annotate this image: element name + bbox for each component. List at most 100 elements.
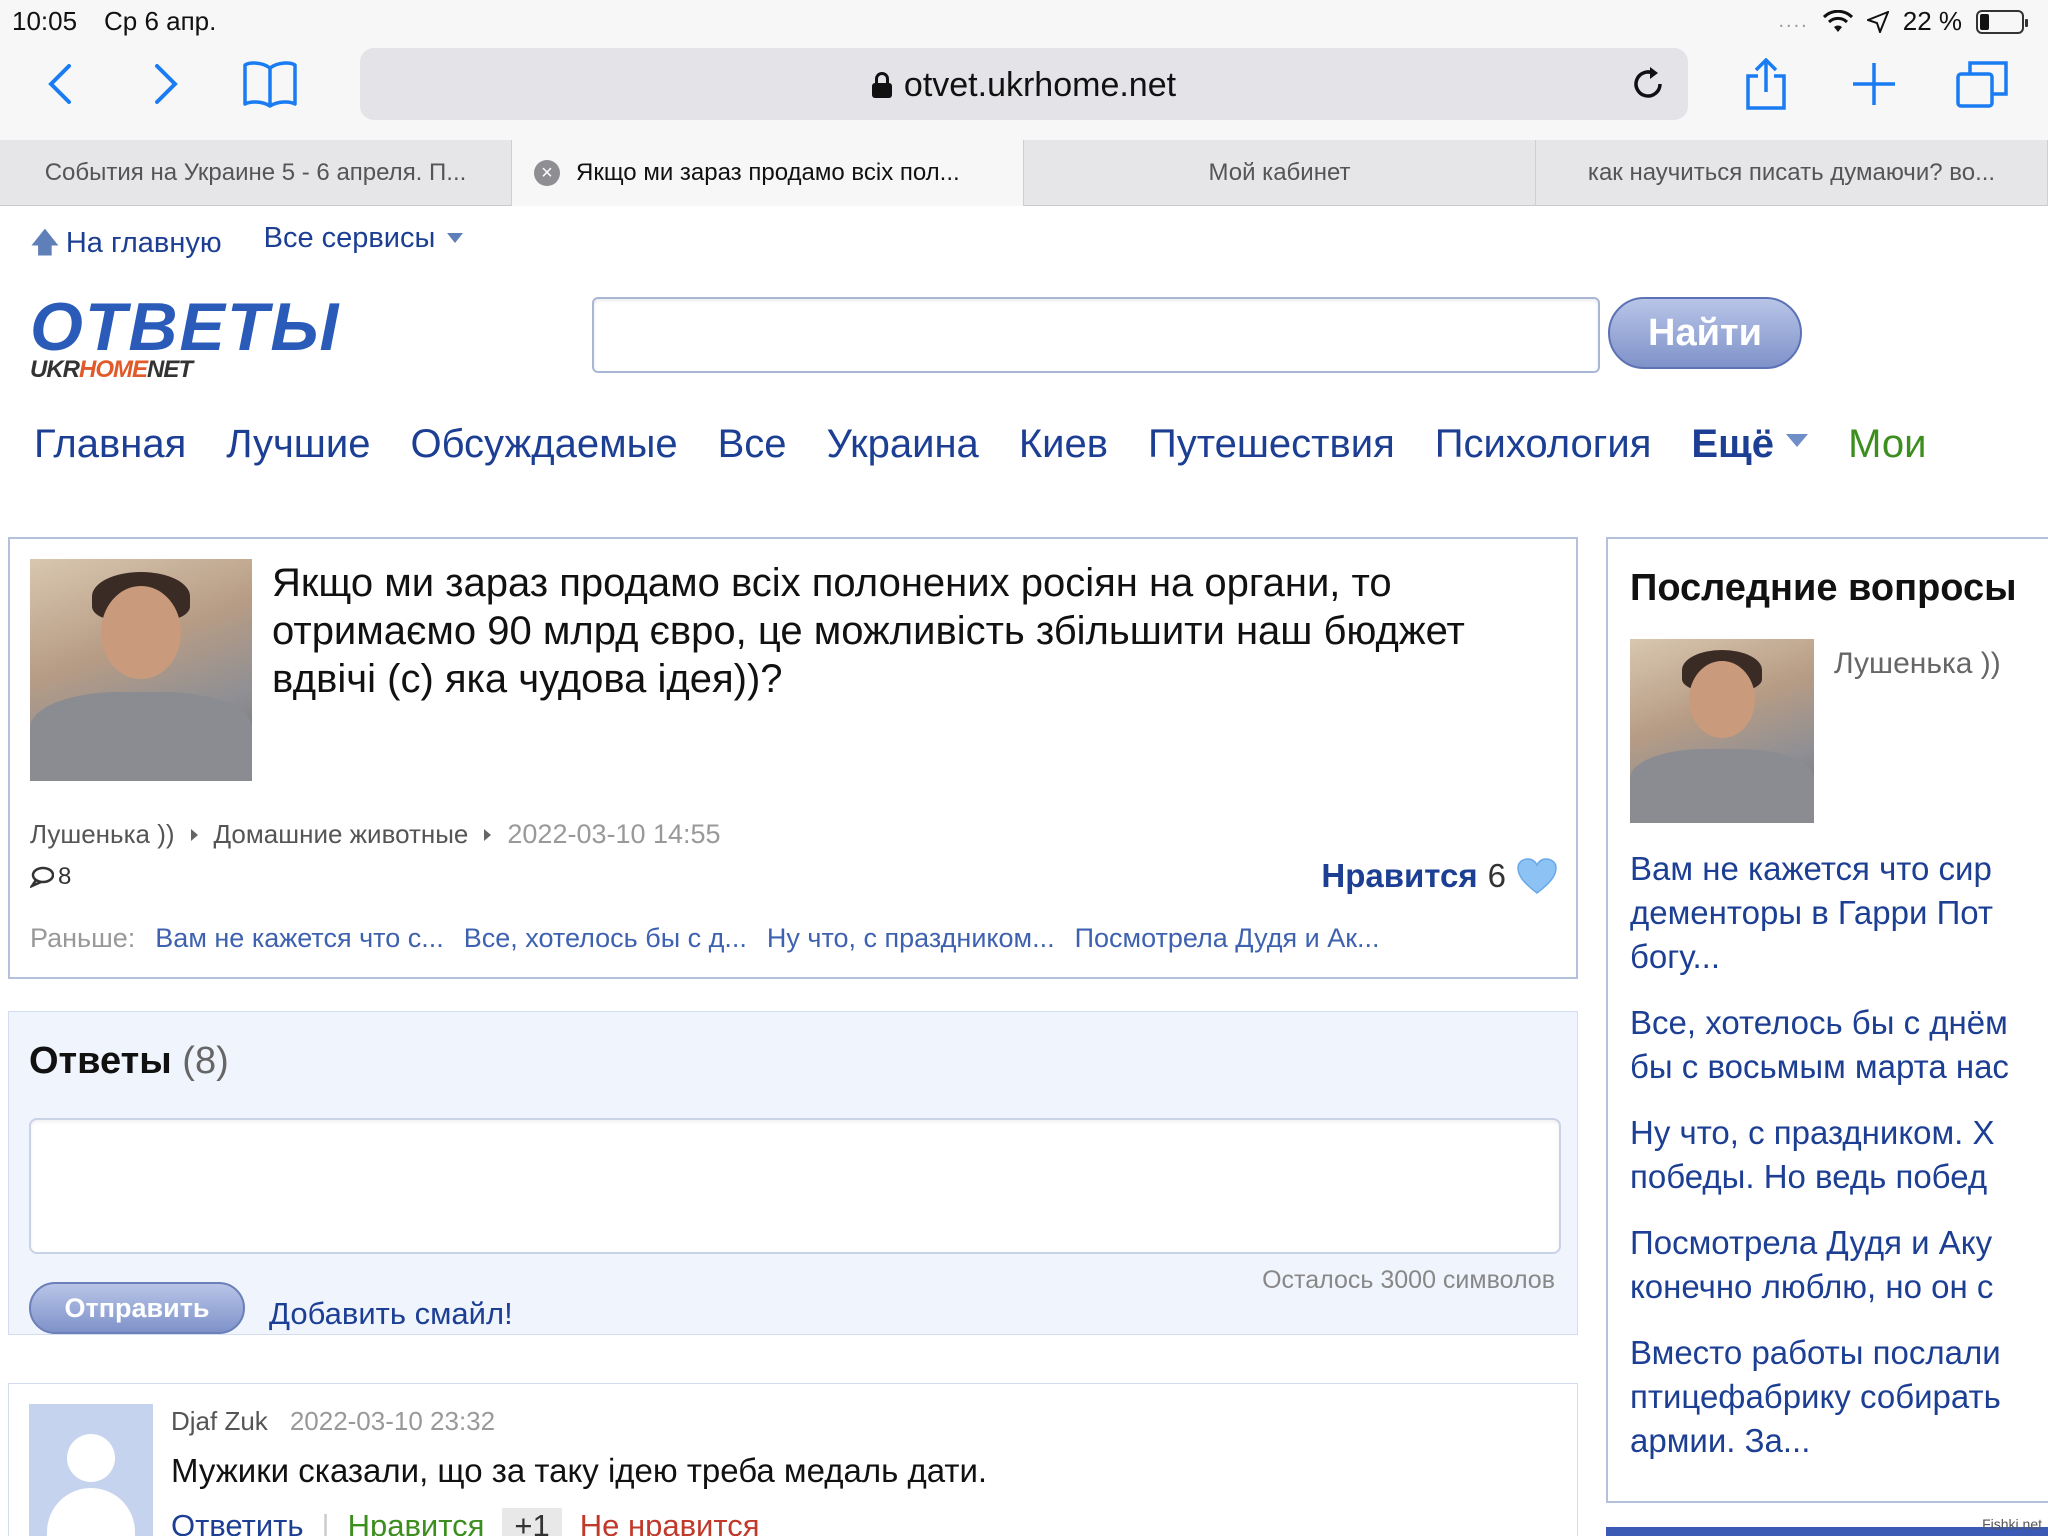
forward-button[interactable] — [134, 52, 198, 116]
sidebar-question-link[interactable]: Посмотрела Дудя и Аку конечно люблю, но … — [1630, 1221, 2048, 1309]
book-icon — [243, 61, 297, 108]
top-navigation: 🡅 На главную Все сервисы — [30, 222, 464, 271]
nav-item[interactable]: Киев — [1019, 422, 1108, 474]
tab-2-active[interactable]: × Якщо ми зараз продамо всіх пол... — [512, 140, 1024, 206]
address-text: otvet.ukrhome.net — [360, 66, 1688, 105]
sidebar-author[interactable]: Лушенька )) — [1834, 647, 2001, 681]
nav-item[interactable]: Украина — [827, 422, 979, 474]
add-smiley-link[interactable]: Добавить смайл! — [269, 1296, 513, 1332]
comments-number: 8 — [58, 863, 72, 890]
answer-actions: Ответить | Нравится +1 Не нравится — [171, 1508, 760, 1536]
nav-more[interactable]: Ещё — [1691, 422, 1809, 474]
question-author[interactable]: Лушенька )) — [30, 819, 175, 850]
sidebar-question-list: Вам не кажется что сир дементоры в Гарри… — [1630, 847, 2048, 1485]
answers-heading: Ответы (8) — [29, 1040, 229, 1083]
sidebar-question-link[interactable]: Все, хотелось бы с днём бы с восьмым мар… — [1630, 1001, 2048, 1089]
nav-item[interactable]: Главная — [34, 422, 186, 474]
screen: 10:05 Ср 6 апр. .... 22 % otvet.ukrhome.… — [0, 0, 2048, 1536]
logo-part: UKR — [30, 356, 80, 383]
status-bar: 10:05 Ср 6 апр. .... 22 % — [0, 0, 2048, 42]
tab-4[interactable]: как научиться писать думаючи? во... — [1536, 140, 2048, 206]
like-count: 6 — [1487, 857, 1506, 894]
answer-like-count: +1 — [502, 1508, 562, 1536]
home-link-label: На главную — [65, 227, 222, 259]
nav-item[interactable]: Путешествия — [1148, 422, 1395, 474]
battery-icon — [1976, 9, 2028, 34]
like-control[interactable]: Нравится 6 — [1321, 857, 1558, 895]
nav-item[interactable]: Все — [718, 422, 787, 474]
answer-textarea[interactable] — [29, 1118, 1561, 1254]
address-bar[interactable]: otvet.ukrhome.net — [360, 48, 1688, 120]
previous-question-link[interactable]: Ну что, с праздником... — [767, 923, 1055, 954]
comments-count[interactable]: 8 — [30, 863, 71, 891]
wifi-icon — [1822, 9, 1853, 32]
question-date: 2022-03-10 14:55 — [507, 819, 721, 849]
question-meta: Лушенька )) Домашние животные 2022-03-10… — [30, 819, 721, 850]
sidebar-author-avatar[interactable] — [1630, 639, 1814, 823]
search-input[interactable] — [592, 297, 1600, 373]
nav-item[interactable]: Лучшие — [226, 422, 370, 474]
tabs-overview-button[interactable] — [1950, 52, 2014, 116]
speech-bubble-icon — [30, 866, 54, 888]
close-tab-icon[interactable]: × — [534, 160, 560, 186]
heart-icon — [1517, 858, 1557, 894]
location-arrow-icon — [1866, 10, 1889, 33]
search-button[interactable]: Найти — [1608, 297, 1802, 369]
logo-part: HOME — [79, 356, 148, 383]
share-button[interactable] — [1734, 52, 1798, 116]
avatar-head — [1688, 661, 1756, 739]
tab-3[interactable]: Мой кабинет — [1024, 140, 1536, 206]
home-link[interactable]: 🡅 На главную — [30, 222, 222, 271]
answer-dislike-link[interactable]: Не нравится — [580, 1508, 760, 1536]
signal-dots-icon: .... — [1778, 10, 1809, 32]
previous-question-link[interactable]: Посмотрела Дудя и Ак... — [1075, 923, 1380, 954]
up-arrow-icon: 🡅 — [30, 227, 60, 259]
caret-down-icon — [1786, 434, 1809, 447]
browser-chrome: 10:05 Ср 6 апр. .... 22 % otvet.ukrhome.… — [0, 0, 2048, 140]
bookmarks-button[interactable] — [238, 52, 302, 116]
tab-1[interactable]: События на Украине 5 - 6 апреля. П... — [0, 140, 512, 206]
services-link-label: Все сервисы — [263, 222, 436, 254]
battery-percent: 22 % — [1902, 6, 1962, 36]
nav-item[interactable]: Психология — [1435, 422, 1652, 474]
avatar-head — [67, 1434, 115, 1482]
sidebar-question-link[interactable]: Вам не кажется что сир дементоры в Гарри… — [1630, 847, 2048, 979]
previous-questions: Раньше: Вам не кажется что с... Все, хот… — [30, 923, 1380, 954]
chevron-right-icon — [155, 64, 178, 104]
question-category[interactable]: Домашние животные — [214, 819, 469, 850]
sidebar-question-link[interactable]: Вместо работы послали птицефабрику собир… — [1630, 1331, 2048, 1463]
tab-strip: События на Украине 5 - 6 апреля. П... × … — [0, 140, 2048, 206]
tab-title: Мой кабинет — [1208, 159, 1351, 186]
nav-more-label: Ещё — [1691, 422, 1775, 466]
sidebar-question-link[interactable]: Ну что, с праздником. Х победы. Но ведь … — [1630, 1111, 2048, 1199]
main-navigation: Главная Лучшие Обсуждаемые Все Украина К… — [34, 422, 2048, 474]
chars-remaining: Осталось 3000 символов — [1262, 1266, 1555, 1294]
question-title: Якщо ми зараз продамо всіх полонених рос… — [272, 561, 1465, 701]
nav-item[interactable]: Обсуждаемые — [410, 422, 677, 474]
new-tab-button[interactable] — [1842, 52, 1906, 116]
site-logo[interactable]: ОТВЕТЫ UKRHOMENET — [30, 292, 350, 388]
triangle-right-icon — [484, 828, 492, 841]
services-link[interactable]: Все сервисы — [264, 222, 464, 271]
answer-like-link[interactable]: Нравится — [348, 1508, 485, 1536]
author-avatar[interactable] — [30, 559, 252, 781]
send-button[interactable]: Отправить — [29, 1282, 245, 1334]
previous-question-link[interactable]: Вам не кажется что с... — [155, 923, 443, 954]
web-page: 🡅 На главную Все сервисы ОТВЕТЫ UKRHOMENE… — [0, 207, 2048, 1536]
previous-question-link[interactable]: Все, хотелось бы с д... — [464, 923, 747, 954]
status-right: .... 22 % — [1778, 6, 2028, 37]
question-card: Якщо ми зараз продамо всіх полонених рос… — [8, 537, 1578, 979]
separator: | — [321, 1508, 330, 1536]
back-button[interactable] — [28, 52, 92, 116]
tab-title: События на Украине 5 - 6 апреля. П... — [44, 159, 467, 186]
default-avatar-icon[interactable] — [29, 1404, 153, 1536]
like-label: Нравится — [1321, 857, 1478, 894]
latest-questions-sidebar: Последние вопросы Лушенька )) Вам не каж… — [1606, 537, 2048, 1503]
nav-mine[interactable]: Мои — [1848, 422, 1926, 474]
answer-date: 2022-03-10 23:32 — [289, 1406, 496, 1436]
answer-author[interactable]: Djaf Zuk — [171, 1406, 268, 1437]
answer-text: Мужики сказали, що за таку ідею треба ме… — [171, 1452, 988, 1489]
reply-link[interactable]: Ответить — [171, 1508, 304, 1536]
plus-icon — [1853, 63, 1895, 105]
reload-icon[interactable] — [1626, 62, 1670, 106]
